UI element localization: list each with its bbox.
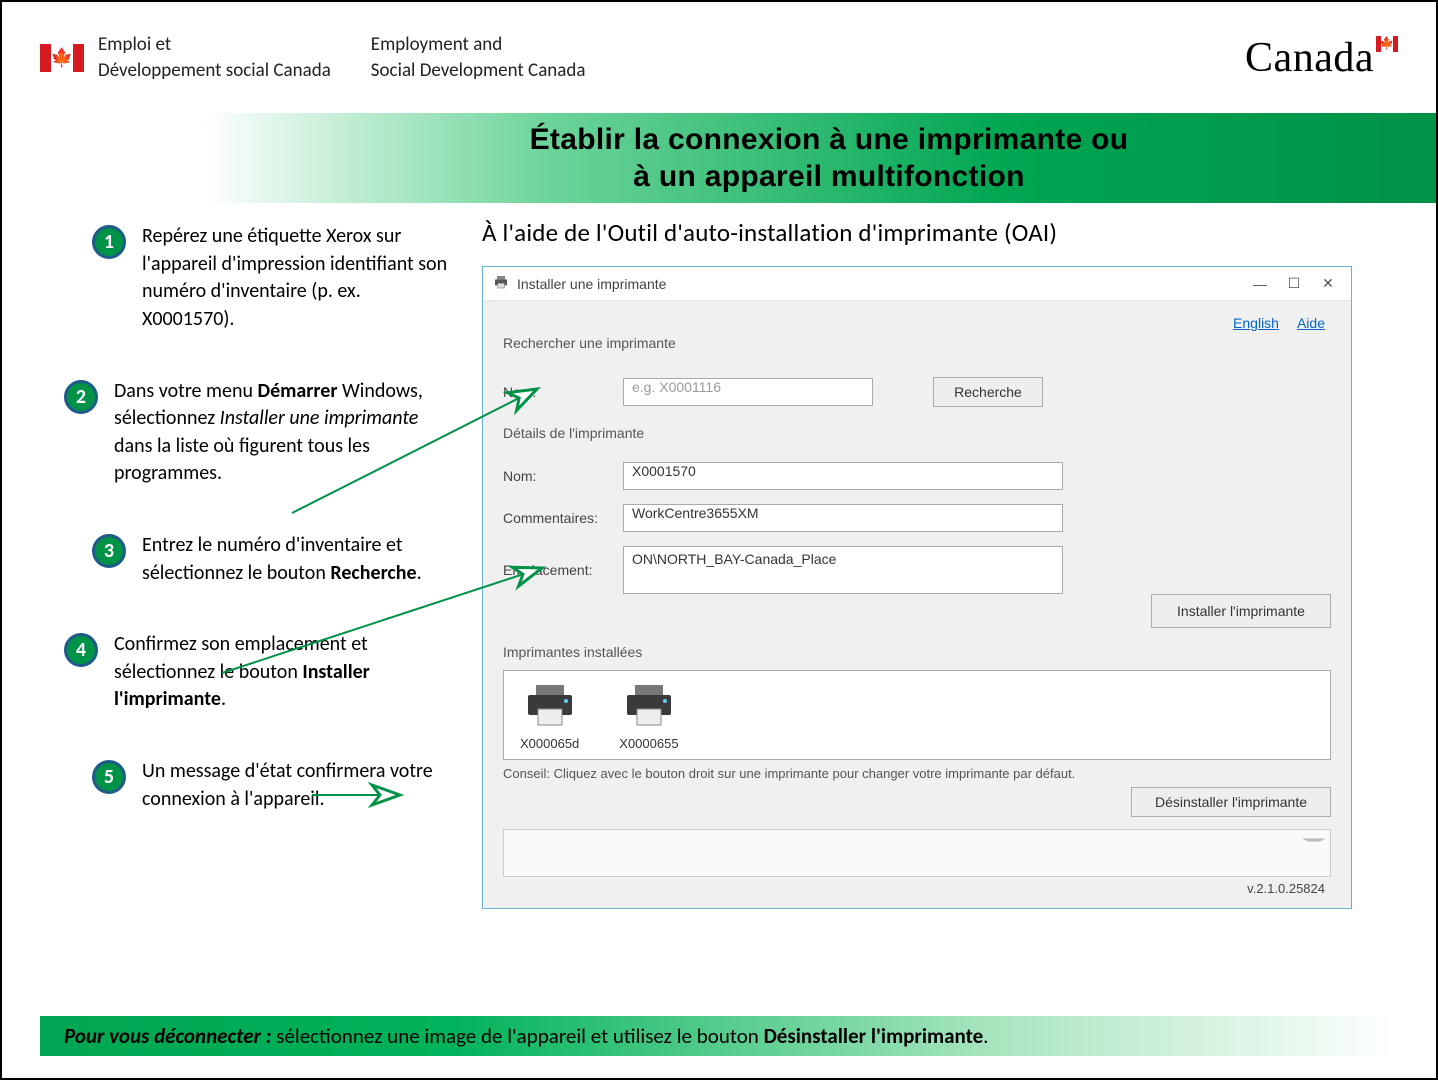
nom-label: Nom: bbox=[503, 384, 623, 400]
wordmark-text: Canada bbox=[1245, 34, 1374, 82]
comments-label: Commentaires: bbox=[503, 510, 623, 526]
header-left: 🍁 Emploi et Développement social Canada … bbox=[40, 32, 585, 83]
window-topbar: English Aide bbox=[503, 315, 1331, 331]
step-4-text: Confirmez son emplacement et sélectionne… bbox=[114, 631, 452, 714]
step-number-icon: 1 bbox=[92, 225, 126, 259]
document-page: 🍁 Emploi et Développement social Canada … bbox=[0, 0, 1438, 1080]
footer-bar: Pour vous déconnecter : sélectionnez une… bbox=[40, 1016, 1398, 1056]
install-button[interactable]: Installer l'imprimante bbox=[1151, 594, 1331, 628]
footer-text: Pour vous déconnecter : sélectionnez une… bbox=[64, 1023, 988, 1049]
maximize-icon[interactable]: ☐ bbox=[1277, 270, 1311, 298]
oai-window: Installer une imprimante — ☐ ✕ English A… bbox=[482, 266, 1352, 909]
nom-label: Nom: bbox=[503, 468, 623, 484]
close-icon[interactable]: ✕ bbox=[1311, 270, 1345, 298]
dept-fr-line2: Développement social Canada bbox=[98, 58, 331, 84]
printer-icon bbox=[621, 715, 677, 730]
dept-text-fr: Emploi et Développement social Canada bbox=[98, 32, 331, 83]
detail-comments-row: Commentaires: WorkCentre3655XM bbox=[503, 504, 1331, 532]
installed-printers-list: X000065d X0000655 bbox=[503, 670, 1331, 760]
step-number-icon: 2 bbox=[64, 380, 98, 414]
details-group-title: Détails de l'imprimante bbox=[503, 425, 1331, 442]
uninstall-row: Désinstaller l'imprimante bbox=[503, 787, 1331, 817]
step-5-text: Un message d'état confirmera votre conne… bbox=[142, 758, 452, 813]
printer-app-icon bbox=[493, 274, 509, 293]
location-label: Emplacement: bbox=[503, 562, 623, 578]
install-row: Installer l'imprimante bbox=[503, 594, 1331, 628]
installed-group-title: Imprimantes installées bbox=[503, 644, 1331, 660]
dept-en-line1: Employment and bbox=[371, 32, 586, 58]
window-title-left: Installer une imprimante bbox=[493, 274, 666, 293]
detail-nom-row: Nom: X0001570 bbox=[503, 462, 1331, 490]
dept-en-line2: Social Development Canada bbox=[371, 58, 586, 84]
dept-fr-line1: Emploi et bbox=[98, 32, 331, 58]
window-controls: — ☐ ✕ bbox=[1243, 270, 1345, 298]
printer-name: X0000655 bbox=[619, 736, 678, 751]
installed-printer-item[interactable]: X0000655 bbox=[619, 683, 678, 751]
step-3-text: Entrez le numéro d'inventaire et sélecti… bbox=[142, 532, 452, 587]
window-titlebar: Installer une imprimante — ☐ ✕ bbox=[483, 267, 1351, 301]
step-number-icon: 3 bbox=[92, 534, 126, 568]
step-number-icon: 5 bbox=[92, 760, 126, 794]
dept-text-en: Employment and Social Development Canada bbox=[371, 32, 586, 83]
detail-nom-value: X0001570 bbox=[623, 462, 1063, 490]
search-group: Rechercher une imprimante Nom: e.g. X000… bbox=[503, 335, 1331, 407]
printer-name: X000065d bbox=[520, 736, 579, 751]
section-subtitle: À l'aide de l'Outil d'auto-installation … bbox=[482, 217, 1398, 248]
step-2: 2 Dans votre menu Démarrer Windows, séle… bbox=[64, 378, 452, 488]
status-box bbox=[503, 829, 1331, 877]
page-header: 🍁 Emploi et Développement social Canada … bbox=[2, 2, 1436, 103]
search-button[interactable]: Recherche bbox=[933, 377, 1043, 407]
installed-printer-item[interactable]: X000065d bbox=[520, 683, 579, 751]
step-3: 3 Entrez le numéro d'inventaire et sélec… bbox=[92, 532, 452, 587]
detail-location-row: Emplacement: ON\NORTH_BAY-Canada_Place bbox=[503, 546, 1331, 594]
help-link[interactable]: Aide bbox=[1297, 315, 1325, 331]
version-label: v.2.1.0.25824 bbox=[503, 877, 1331, 898]
printer-icon bbox=[522, 715, 578, 730]
search-row: Nom: e.g. X0001116 Recherche bbox=[503, 377, 1331, 407]
detail-comments-value: WorkCentre3655XM bbox=[623, 504, 1063, 532]
search-group-title: Rechercher une imprimante bbox=[503, 335, 1331, 351]
step-number-icon: 4 bbox=[64, 633, 98, 667]
uninstall-button[interactable]: Désinstaller l'imprimante bbox=[1131, 787, 1331, 817]
step-1-text: Repérez une étiquette Xerox sur l'appare… bbox=[142, 223, 452, 333]
title-bar: Établir la connexion à une imprimante ou… bbox=[2, 113, 1436, 203]
main-content: 1 Repérez une étiquette Xerox sur l'appa… bbox=[2, 203, 1436, 909]
installed-group: Imprimantes installées X000065d bbox=[503, 644, 1331, 817]
canada-wordmark: Canada 🍁 bbox=[1245, 34, 1398, 82]
step-5: 5 Un message d'état confirmera votre con… bbox=[92, 758, 452, 813]
gov-signature-fr: 🍁 Emploi et Développement social Canada bbox=[40, 32, 331, 83]
english-link[interactable]: English bbox=[1233, 315, 1279, 331]
right-column: À l'aide de l'Outil d'auto-installation … bbox=[482, 217, 1398, 909]
search-input[interactable]: e.g. X0001116 bbox=[623, 378, 873, 406]
canada-flag-icon: 🍁 bbox=[40, 44, 84, 72]
step-2-text: Dans votre menu Démarrer Windows, sélect… bbox=[114, 378, 452, 488]
gov-signature-en: Employment and Social Development Canada bbox=[371, 32, 586, 83]
window-body: English Aide Rechercher une imprimante N… bbox=[483, 301, 1351, 908]
title-line2: à un appareil multifonction bbox=[530, 158, 1129, 196]
page-title: Établir la connexion à une imprimante ou… bbox=[530, 121, 1129, 196]
steps-column: 1 Repérez une étiquette Xerox sur l'appa… bbox=[92, 217, 452, 909]
step-4: 4 Confirmez son emplacement et sélection… bbox=[64, 631, 452, 714]
window-title: Installer une imprimante bbox=[517, 276, 666, 292]
minimize-icon[interactable]: — bbox=[1243, 270, 1277, 298]
detail-location-value: ON\NORTH_BAY-Canada_Place bbox=[623, 546, 1063, 594]
details-group: Détails de l'imprimante Nom: X0001570 Co… bbox=[503, 425, 1331, 628]
title-line1: Établir la connexion à une imprimante ou bbox=[530, 121, 1129, 159]
tip-text: Conseil: Cliquez avec le bouton droit su… bbox=[503, 766, 1331, 781]
canada-flag-icon: 🍁 bbox=[1376, 36, 1398, 52]
step-1: 1 Repérez une étiquette Xerox sur l'appa… bbox=[92, 223, 452, 333]
